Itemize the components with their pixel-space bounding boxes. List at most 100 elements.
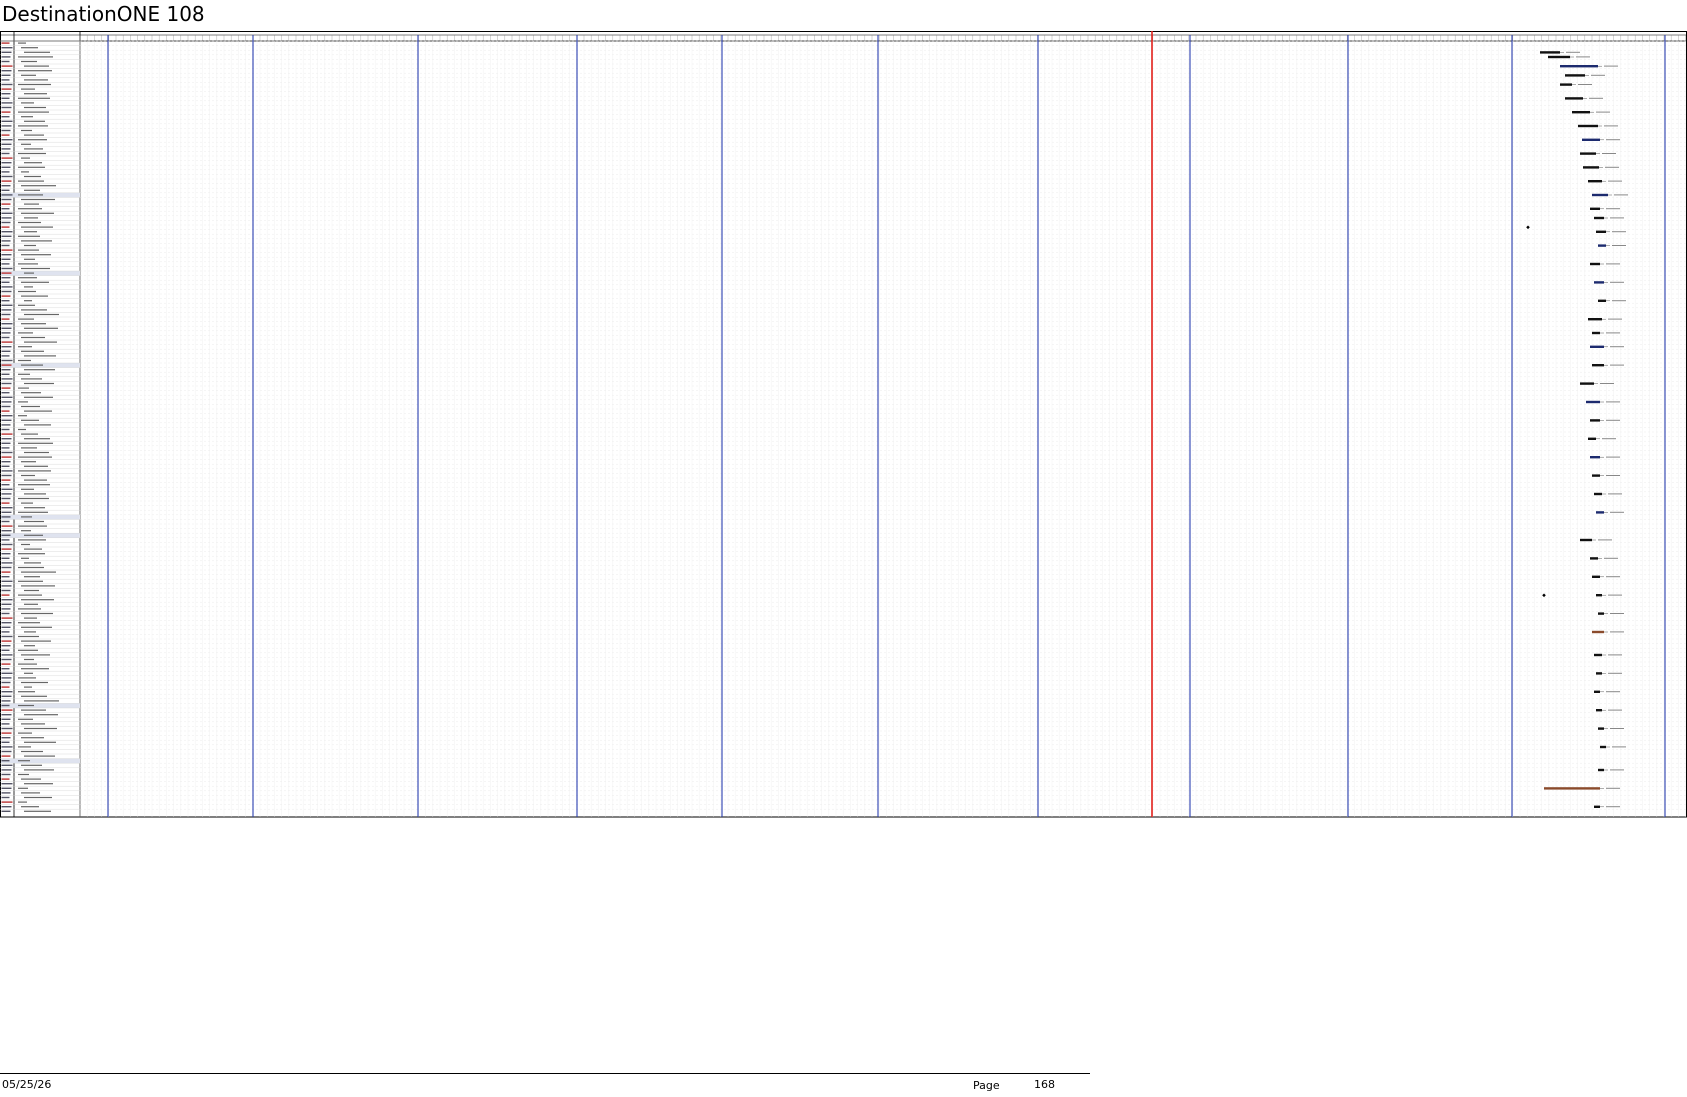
gantt-bar-label-mark [1612,746,1626,748]
task-id-mark [1,589,11,592]
task-name-mark [18,304,35,306]
task-id-mark [1,405,11,408]
task-name-mark [18,249,39,251]
task-id-mark [1,663,11,665]
task-name-mark [24,700,59,702]
task-name-mark [21,419,39,421]
task-name-mark [18,801,27,803]
task-name-mark [18,346,32,348]
task-id-mark [1,185,11,187]
gantt-bar [1560,83,1572,86]
task-id-mark [1,769,12,771]
task-id-mark [1,97,10,99]
gantt-bar-label-mark [1606,576,1620,578]
task-id-mark [1,741,10,743]
task-id-mark [1,424,11,426]
task-name-mark [18,97,50,99]
task-name-mark [21,392,41,394]
task-id-mark [1,382,12,385]
task-id-mark [1,433,13,435]
task-id-mark [1,295,11,297]
task-name-mark [24,258,35,260]
task-id-mark [1,553,11,555]
task-id-mark [1,792,11,794]
task-id-mark [1,796,10,799]
task-id-mark [1,668,10,670]
gantt-bar-label-mark [1612,245,1626,246]
task-id-mark [1,221,11,224]
task-name-mark [21,281,49,283]
task-name-mark [24,769,54,771]
task-id-mark [1,520,10,523]
task-id-mark [1,189,10,191]
task-name-mark [24,341,57,343]
gantt-bar [1583,166,1599,169]
task-id-mark [1,152,10,155]
gantt-bar [1565,97,1583,100]
task-id-mark [1,709,13,711]
task-id-mark [1,543,13,546]
task-id-mark [1,566,12,569]
task-name-mark [21,530,31,532]
task-name-mark [24,162,42,164]
task-name-mark [18,663,37,665]
task-id-mark [1,787,12,789]
task-name-mark [21,488,34,490]
task-id-mark [1,336,10,339]
task-id-mark [1,392,10,394]
task-id-mark [1,226,10,228]
task-id-mark [1,60,10,63]
task-name-mark [21,516,32,518]
gantt-chart [0,31,1687,818]
task-id-mark [1,401,12,403]
task-id-mark [1,281,10,283]
gantt-bar-label-mark [1604,65,1618,67]
gantt-bar-label-mark [1608,594,1622,596]
task-name-mark [18,428,26,431]
task-name-mark [18,649,38,651]
footer-divider [0,1073,1090,1074]
task-name-mark [18,746,31,748]
task-name-mark [21,157,30,159]
task-name-mark [24,741,56,743]
task-name-mark [18,208,42,210]
task-id-mark [1,327,12,329]
gantt-bar [1598,727,1604,730]
task-name-mark [21,60,37,63]
gantt-bar [1590,262,1600,266]
task-id-mark [1,695,12,697]
gantt-bar [1592,474,1600,477]
task-name-mark [21,640,51,642]
gantt-bar-label-mark [1606,208,1620,210]
task-name-mark [18,553,45,555]
task-name-mark [21,74,36,76]
gantt-bar [1588,437,1596,440]
task-id-mark [1,562,13,564]
gantt-bar-label-mark [1606,332,1620,334]
task-id-mark [1,129,11,132]
task-id-mark [1,497,11,500]
gantt-bar-label-mark [1610,364,1624,366]
task-name-mark [21,129,32,132]
gantt-bar-label-mark [1602,153,1616,154]
task-name-mark [18,373,30,375]
task-name-mark [18,718,33,720]
task-id-mark [1,626,11,628]
task-id-mark [1,415,13,417]
task-id-mark [1,254,12,256]
task-id-mark [1,47,13,49]
gantt-bar [1596,511,1604,514]
task-id-mark [1,714,12,716]
task-id-mark [1,594,10,596]
gantt-bar-label-mark [1589,97,1603,99]
task-id-mark [1,203,11,205]
task-id-mark [1,171,10,173]
gantt-bar-label-mark [1606,787,1620,789]
task-name-mark [24,175,41,178]
task-name-mark [18,263,38,265]
milestone-diamond [1526,225,1530,230]
task-id-mark [1,580,13,582]
task-name-mark [21,792,40,794]
task-id-mark [1,102,13,104]
task-id-mark [1,507,13,509]
